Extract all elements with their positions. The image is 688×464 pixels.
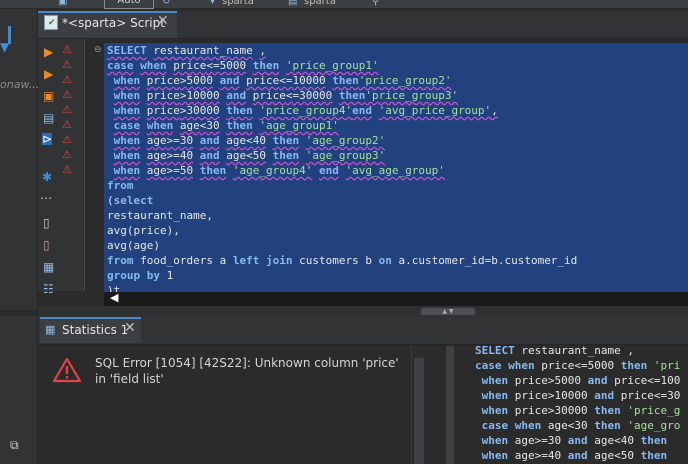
execute-script-icon[interactable]: ▣ (43, 89, 54, 103)
outline-icon[interactable]: ☷ (43, 282, 54, 296)
navigator-partial-label: onaw... (0, 78, 40, 91)
code-line[interactable]: when age>=40 and age<50 then 'age_group3… (107, 148, 577, 163)
query-line[interactable]: when price>30000 then 'price_g (475, 403, 681, 418)
tab-statistics-label: Statistics 1 (62, 323, 129, 337)
warning-icon[interactable]: ⚠ (62, 73, 72, 86)
settings-icon[interactable]: ✱ (42, 170, 52, 184)
datasource-icon[interactable]: ▾ (210, 0, 215, 7)
warning-icon[interactable]: ⚠ (62, 118, 72, 131)
panel-icon[interactable]: ⧉ (10, 438, 19, 453)
warning-icon[interactable]: ⚠ (62, 133, 72, 146)
more-icon[interactable]: ⋯ (40, 191, 52, 205)
query-line[interactable]: when age>=40 and age<50 then (475, 448, 680, 463)
code-line[interactable]: restaurant_name, (107, 208, 577, 223)
query-line[interactable]: when age>=30 and age<40 then (475, 433, 680, 448)
transaction-mode-select[interactable]: Auto (104, 0, 154, 9)
code-line[interactable]: group by 1 (107, 268, 577, 283)
code-line[interactable]: (select (107, 193, 577, 208)
close-icon[interactable]: ✕ (124, 320, 136, 336)
code-line[interactable]: from (107, 178, 577, 193)
error-triangle-icon (52, 357, 82, 387)
code-line[interactable]: from food_orders a left join customers b… (107, 253, 577, 268)
splitter-handle[interactable]: ▲ ▼ (421, 308, 475, 315)
warning-icon[interactable]: ⚠ (62, 88, 72, 101)
warning-icon[interactable]: ⚠ (62, 103, 72, 116)
filter-icon[interactable]: ▼ (0, 40, 9, 54)
warning-icon[interactable]: ⚠ (62, 163, 72, 176)
close-icon[interactable]: ✕ (157, 13, 169, 29)
query-line[interactable]: when price>10000 and price<=30 (475, 388, 681, 403)
refresh-icon[interactable]: ↻ (162, 0, 170, 7)
code-line[interactable]: case when price<=5000 then 'price_group1… (107, 58, 577, 73)
code-line[interactable]: SELECT restaurant_name , (107, 43, 577, 58)
code-line[interactable]: when price>5000 and price<=10000 then'pr… (107, 73, 577, 88)
execute-statement-icon[interactable]: ▶ (44, 45, 53, 59)
left-separator (0, 310, 37, 316)
error-message[interactable]: SQL Error [1054] [42S22]: Unknown column… (95, 355, 405, 387)
console-icon[interactable]: ⊳ (42, 133, 53, 145)
code-line[interactable]: case when age<30 then 'age_group1' (107, 118, 577, 133)
sql-code[interactable]: SELECT restaurant_name , case when price<… (107, 43, 577, 298)
query-line[interactable]: SELECT restaurant_name , (475, 343, 680, 358)
editor-results-splitter[interactable] (38, 306, 688, 316)
wand-icon[interactable]: ⚲ (372, 0, 379, 7)
variables-icon[interactable]: ▦ (43, 260, 54, 274)
code-line[interactable]: when age>=50 then 'age_group4' end 'avg_… (107, 163, 577, 178)
datasource-selector[interactable]: sparta (222, 0, 254, 7)
warning-icon[interactable]: ⚠ (62, 58, 72, 71)
document-icon[interactable]: ▯ (43, 216, 50, 230)
warning-icon[interactable]: ⚠ (62, 148, 72, 161)
schema-selector[interactable]: sparta (304, 0, 336, 7)
query-line[interactable]: case when price<=5000 then 'pri (475, 358, 680, 373)
tab-script-label: *<sparta> Script (62, 16, 165, 30)
commit-icon[interactable]: ▣ (58, 0, 67, 7)
horizontal-scrollbar[interactable] (104, 292, 688, 306)
failed-query-text[interactable]: SELECT restaurant_name , case when price<… (475, 343, 680, 463)
code-line[interactable]: when price>30000 then 'price_group4'end … (107, 103, 577, 118)
query-line[interactable]: case when age<30 then 'age_gro (475, 418, 681, 433)
results-splitter-thumb[interactable] (446, 346, 454, 464)
fold-icon[interactable]: ⊖ (94, 45, 102, 55)
code-line[interactable]: when age>=30 and age<40 then 'age_group2… (107, 133, 577, 148)
export-icon[interactable]: ▯ (43, 238, 50, 252)
schema-icon[interactable]: ▤ (288, 0, 297, 7)
warning-icon[interactable]: ⚠ (62, 43, 72, 56)
execute-in-new-tab-icon[interactable]: ▶ (44, 67, 53, 81)
code-line[interactable]: when price>10000 and price<=30000 then'p… (107, 88, 577, 103)
query-line[interactable]: when price>5000 and price<=100 (475, 373, 681, 388)
code-line[interactable]: avg(age) (107, 238, 577, 253)
grid-icon: ▦ (45, 323, 56, 336)
error-scrollbar-thumb[interactable] (414, 358, 424, 464)
explain-plan-icon[interactable]: ▤ (43, 111, 54, 125)
scroll-left-icon[interactable]: ◀ (110, 291, 118, 304)
code-line[interactable]: avg(price), (107, 223, 577, 238)
check-icon: ✔ (48, 18, 56, 28)
